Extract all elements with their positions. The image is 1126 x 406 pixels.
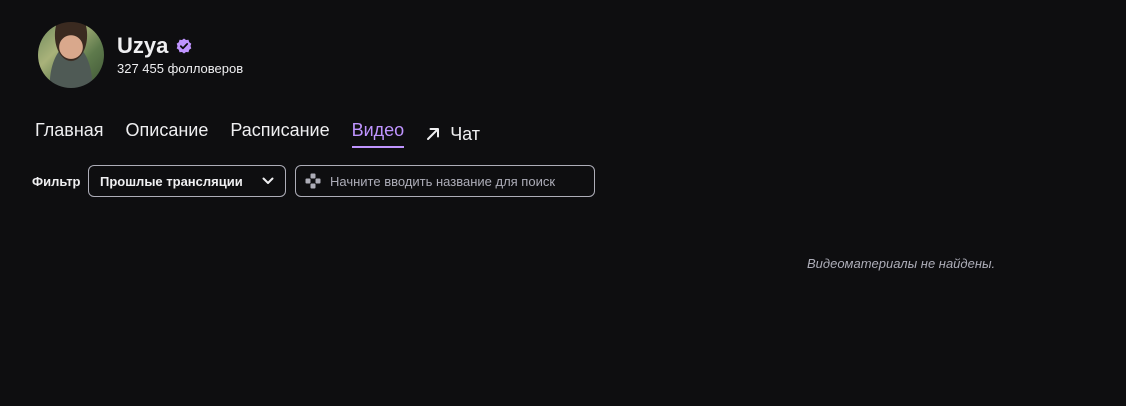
empty-state-message: Видеоматериалы не найдены. xyxy=(807,256,996,271)
channel-name-row: Uzya xyxy=(117,33,192,59)
filter-label: Фильтр xyxy=(32,174,81,189)
channel-name[interactable]: Uzya xyxy=(117,33,168,59)
tab-videos[interactable]: Видео xyxy=(351,118,405,150)
chevron-down-icon xyxy=(262,177,274,184)
search-input[interactable] xyxy=(330,173,586,189)
tab-label: Описание xyxy=(125,120,209,140)
follower-count: 327 455 фолловеров xyxy=(117,61,244,76)
avatar[interactable] xyxy=(38,22,104,88)
channel-tabs: Главная Описание Расписание Видео Чат xyxy=(35,118,502,150)
tab-home[interactable]: Главная xyxy=(35,118,104,150)
filter-dropdown[interactable]: Прошлые трансляции xyxy=(88,165,286,197)
tab-label: Главная xyxy=(35,120,104,140)
filter-selected-value: Прошлые трансляции xyxy=(100,173,243,189)
external-arrow-icon xyxy=(427,128,440,140)
tab-label: Чат xyxy=(450,124,481,144)
channel-videos-page: Uzya 327 455 фолловеров Главная Описание… xyxy=(0,0,1126,406)
tab-chat[interactable]: Чат xyxy=(426,118,480,150)
verified-badge-icon xyxy=(177,38,192,54)
tab-label: Расписание xyxy=(230,120,330,140)
tab-about[interactable]: Описание xyxy=(126,118,209,150)
gamepad-icon xyxy=(305,173,321,189)
search-box[interactable] xyxy=(295,165,595,197)
tab-label: Видео xyxy=(351,120,405,140)
tab-schedule[interactable]: Расписание xyxy=(230,118,329,150)
